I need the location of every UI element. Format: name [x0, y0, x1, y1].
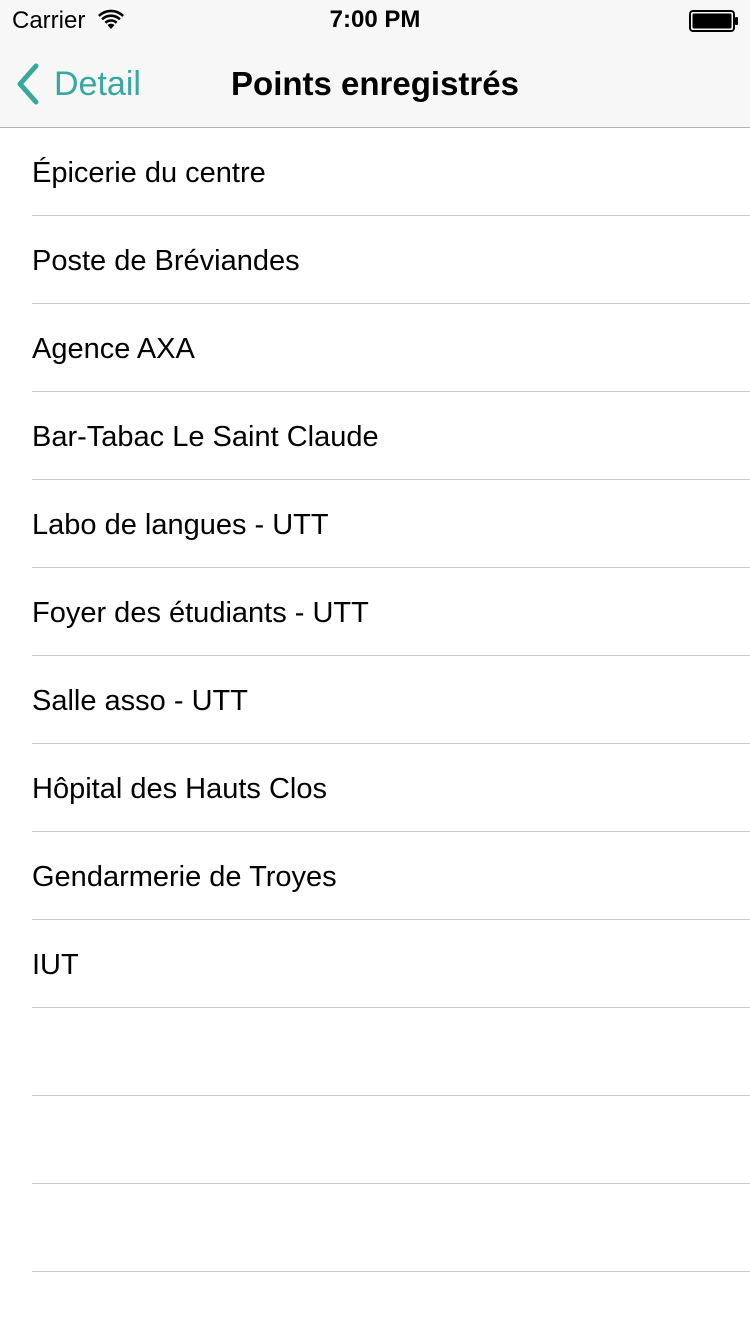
list-item[interactable]: Épicerie du centre: [0, 128, 750, 216]
list-item-label: Gendarmerie de Troyes: [32, 861, 337, 893]
list-item[interactable]: Hôpital des Hauts Clos: [0, 744, 750, 832]
empty-list-row: [0, 1008, 750, 1096]
status-bar: Carrier 7:00 PM: [0, 0, 750, 40]
list-item-label: Épicerie du centre: [32, 157, 266, 189]
list-item[interactable]: Foyer des étudiants - UTT: [0, 568, 750, 656]
list-item-label: Foyer des étudiants - UTT: [32, 597, 369, 629]
empty-list-row: [0, 1184, 750, 1272]
list-item-label: Agence AXA: [32, 333, 195, 365]
list-item-label: Poste de Bréviandes: [32, 245, 300, 277]
navigation-bar: Detail Points enregistrés: [0, 40, 750, 128]
list-item[interactable]: Poste de Bréviandes: [0, 216, 750, 304]
list-item-label: Salle asso - UTT: [32, 685, 248, 717]
list-item[interactable]: Bar-Tabac Le Saint Claude: [0, 392, 750, 480]
list-item[interactable]: Labo de langues - UTT: [0, 480, 750, 568]
list-item-label: Bar-Tabac Le Saint Claude: [32, 421, 379, 453]
list-item-label: Hôpital des Hauts Clos: [32, 773, 327, 805]
page-title: Points enregistrés: [231, 65, 519, 102]
saved-points-list: Épicerie du centre Poste de Bréviandes A…: [0, 128, 750, 1272]
row-separator: [32, 1271, 750, 1272]
battery-full-icon: [689, 10, 738, 32]
clock-time: 7:00 PM: [329, 6, 421, 33]
list-item[interactable]: IUT: [0, 920, 750, 1008]
list-item-label: Labo de langues - UTT: [32, 509, 329, 541]
list-item[interactable]: Gendarmerie de Troyes: [0, 832, 750, 920]
empty-list-row: [0, 1096, 750, 1184]
list-item[interactable]: Salle asso - UTT: [0, 656, 750, 744]
list-item-label: IUT: [32, 949, 79, 981]
list-item[interactable]: Agence AXA: [0, 304, 750, 392]
